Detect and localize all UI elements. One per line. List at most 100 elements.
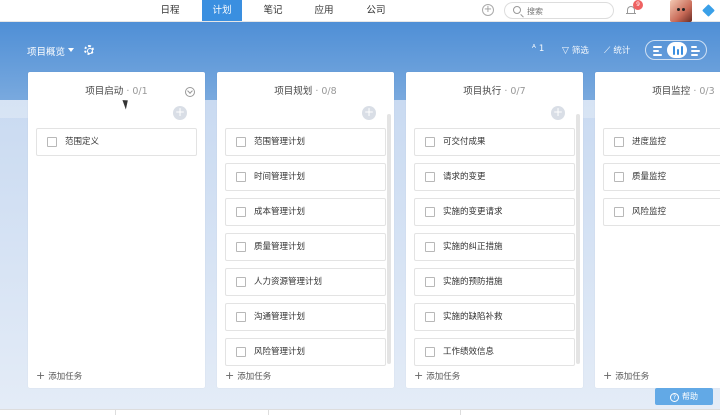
task-checkbox[interactable] (425, 242, 435, 252)
members-button[interactable]: ᴬ1 (532, 44, 544, 54)
task-card[interactable]: 沟通管理计划 (225, 303, 386, 331)
column-initiation: 项目启动 · 0/1 + 范围定义 + 添加任务 (28, 72, 205, 388)
task-checkbox[interactable] (236, 312, 246, 322)
plus-icon: + (36, 369, 46, 382)
add-task-button[interactable]: + 添加任务 (603, 369, 649, 382)
add-task-button[interactable]: + 添加任务 (36, 369, 82, 382)
add-circle-icon[interactable]: + (173, 106, 187, 120)
avatar[interactable] (670, 0, 692, 22)
filter-button[interactable]: ▽ 筛选 (562, 44, 589, 56)
diamond-icon[interactable] (702, 4, 715, 17)
task-title: 实施的变更请求 (443, 207, 503, 217)
tab-notes[interactable]: 笔记 (255, 0, 291, 21)
collapse-icon[interactable] (185, 87, 195, 97)
add-circle-icon[interactable]: + (551, 106, 565, 120)
column-scrollbar[interactable] (387, 114, 391, 364)
task-checkbox[interactable] (236, 172, 246, 182)
task-checkbox[interactable] (614, 172, 624, 182)
task-checkbox[interactable] (425, 172, 435, 182)
task-card[interactable]: 人力资源管理计划 (225, 268, 386, 296)
task-card[interactable]: 实施的变更请求 (414, 198, 575, 226)
column-scrollbar[interactable] (576, 114, 580, 364)
task-checkbox[interactable] (425, 207, 435, 217)
tab-apps[interactable]: 应用 (306, 0, 342, 21)
list-view-button[interactable] (648, 42, 668, 58)
task-title: 进度监控 (632, 137, 667, 147)
question-icon: ? (670, 393, 679, 402)
column-planning: 项目规划 · 0/8 + 范围管理计划 时间管理计划 成本管理计划 质量管理计划… (217, 72, 394, 388)
help-button[interactable]: ? 帮助 (655, 388, 713, 405)
column-title: 项目启动 (85, 86, 124, 97)
task-card[interactable]: 风险管理计划 (225, 338, 386, 366)
task-title: 质量管理计划 (254, 242, 306, 252)
task-card[interactable]: 风险监控 (603, 198, 720, 226)
task-checkbox[interactable] (236, 347, 246, 357)
task-checkbox[interactable] (47, 137, 57, 147)
task-checkbox[interactable] (236, 242, 246, 252)
column-title: 项目执行 (463, 86, 502, 97)
task-title: 实施的纠正措施 (443, 242, 503, 252)
task-checkbox[interactable] (236, 277, 246, 287)
filter-icon: ▽ (562, 46, 569, 56)
task-title: 沟通管理计划 (254, 312, 306, 322)
task-checkbox[interactable] (614, 137, 624, 147)
task-title: 实施的缺陷补救 (443, 312, 503, 322)
tab-company[interactable]: 公司 (358, 0, 394, 21)
notification-badge: 9 (633, 0, 643, 10)
task-checkbox[interactable] (236, 137, 246, 147)
plus-icon: + (414, 369, 424, 382)
top-navigation: 日程 计划 笔记 应用 公司 + 9 (0, 0, 720, 22)
task-card[interactable]: 工作绩效信息 (414, 338, 575, 366)
gear-icon[interactable] (84, 45, 94, 55)
task-title: 风险监控 (632, 207, 667, 217)
add-circle-icon[interactable]: + (362, 106, 376, 120)
task-title: 范围管理计划 (254, 137, 306, 147)
tab-plan[interactable]: 计划 (202, 0, 242, 21)
task-checkbox[interactable] (425, 277, 435, 287)
task-card[interactable]: 范围定义 (36, 128, 197, 156)
task-card[interactable]: 可交付成果 (414, 128, 575, 156)
chevron-down-icon[interactable] (68, 48, 74, 52)
add-task-button[interactable]: + 添加任务 (225, 369, 271, 382)
task-title: 可交付成果 (443, 137, 486, 147)
create-plus-icon[interactable]: + (482, 4, 494, 16)
column-count: · 0/1 (126, 86, 148, 97)
task-card[interactable]: 范围管理计划 (225, 128, 386, 156)
view-switcher (645, 40, 707, 60)
board-view-button[interactable] (667, 42, 687, 58)
task-checkbox[interactable] (614, 207, 624, 217)
search-icon (513, 6, 521, 14)
task-card[interactable]: 质量管理计划 (225, 233, 386, 261)
column-title: 项目规划 (274, 86, 313, 97)
task-card[interactable]: 时间管理计划 (225, 163, 386, 191)
task-card[interactable]: 实施的缺陷补救 (414, 303, 575, 331)
task-checkbox[interactable] (236, 207, 246, 217)
column-execution: 项目执行 · 0/7 + 可交付成果 请求的变更 实施的变更请求 实施的纠正措施… (406, 72, 583, 388)
add-task-button[interactable]: + 添加任务 (414, 369, 460, 382)
task-title: 请求的变更 (443, 172, 486, 182)
column-title: 项目监控 (652, 86, 691, 97)
task-card[interactable]: 请求的变更 (414, 163, 575, 191)
tab-schedule[interactable]: 日程 (152, 0, 188, 21)
filter-label: 筛选 (571, 46, 589, 56)
task-title: 风险管理计划 (254, 347, 306, 357)
task-card[interactable]: 进度监控 (603, 128, 720, 156)
column-header: 项目监控 · 0/3 (595, 72, 720, 112)
member-count: 1 (538, 44, 545, 54)
column-count: · 0/3 (693, 86, 715, 97)
task-card[interactable]: 实施的预防措施 (414, 268, 575, 296)
task-card[interactable]: 成本管理计划 (225, 198, 386, 226)
task-card[interactable]: 实施的纠正措施 (414, 233, 575, 261)
search-input[interactable] (527, 5, 607, 17)
task-title: 质量监控 (632, 172, 667, 182)
task-checkbox[interactable] (425, 347, 435, 357)
task-title: 范围定义 (65, 137, 100, 147)
timeline-view-button[interactable] (686, 42, 706, 58)
task-checkbox[interactable] (425, 137, 435, 147)
stats-button[interactable]: ⟋ 统计 (604, 44, 630, 56)
search-box[interactable] (504, 2, 614, 19)
task-checkbox[interactable] (425, 312, 435, 322)
task-title: 人力资源管理计划 (254, 277, 323, 287)
task-card[interactable]: 质量监控 (603, 163, 720, 191)
project-title[interactable]: 项目概览 (27, 44, 65, 58)
